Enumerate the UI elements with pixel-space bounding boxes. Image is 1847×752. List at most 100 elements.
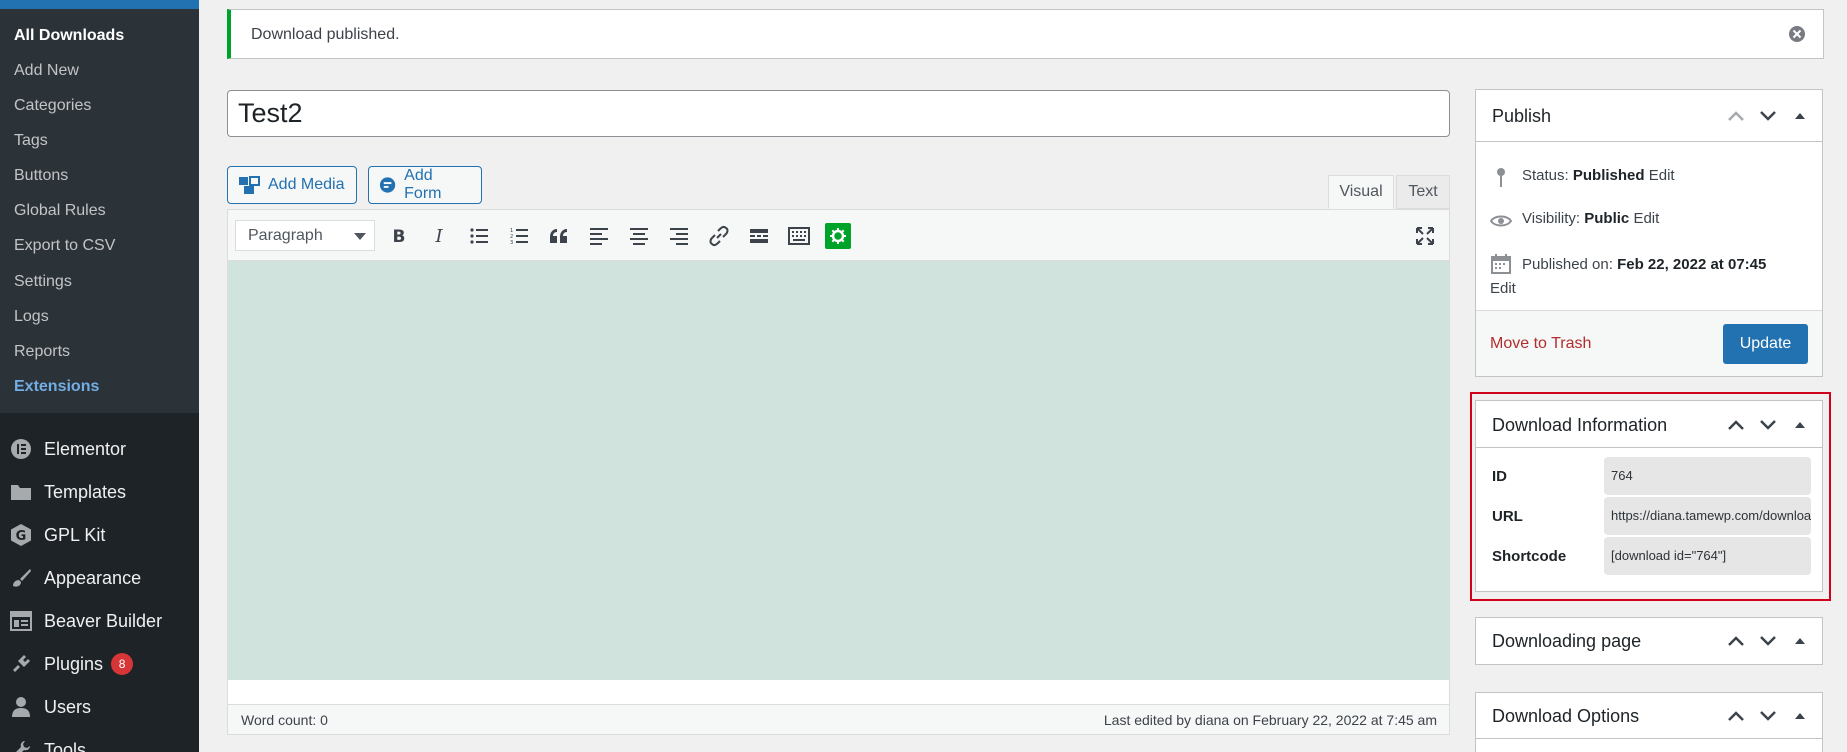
submenu-global-rules[interactable]: Global Rules (14, 201, 106, 221)
submenu-export-csv[interactable]: Export to CSV (14, 236, 115, 256)
user-icon (9, 695, 33, 719)
pin-icon (1490, 167, 1512, 189)
layout-icon (9, 609, 33, 633)
edit-status-link[interactable]: Edit (1649, 167, 1675, 184)
menu-elementor[interactable]: Elementor (0, 429, 199, 469)
blockquote-button[interactable] (545, 222, 573, 250)
align-left-button[interactable] (585, 222, 613, 250)
submenu-categories[interactable]: Categories (14, 96, 91, 116)
wrench-icon (9, 738, 33, 752)
align-right-button[interactable] (665, 222, 693, 250)
submenu-settings[interactable]: Settings (14, 272, 72, 292)
menu-label: Appearance (44, 567, 142, 588)
publish-visibility-row: Visibility: Public Edit (1490, 210, 1659, 232)
menu-templates[interactable]: Templates (0, 472, 199, 512)
numbered-list-icon: 123 (510, 228, 528, 245)
form-icon (379, 177, 396, 193)
active-menu-bar (0, 0, 199, 9)
move-down-icon[interactable] (1756, 631, 1780, 651)
menu-gpl-kit[interactable]: G GPL Kit (0, 515, 199, 555)
bullet-list-button[interactable] (465, 222, 493, 250)
bullet-list-icon (470, 228, 488, 244)
add-media-button[interactable]: Add Media (227, 166, 357, 204)
move-up-icon[interactable] (1724, 706, 1748, 726)
move-up-icon[interactable] (1724, 106, 1748, 126)
menu-label: Templates (44, 481, 127, 502)
highlight-annotation (1470, 392, 1831, 601)
menu-appearance[interactable]: Appearance (0, 558, 199, 598)
edit-visibility-link[interactable]: Edit (1633, 210, 1659, 227)
menu-label: Elementor (44, 438, 127, 459)
downloading-page-header: Downloading page (1476, 618, 1822, 664)
menu-label: GPL Kit (44, 524, 106, 545)
move-to-trash-link[interactable]: Move to Trash (1490, 335, 1591, 353)
publish-box: Publish Status: Published Edit Visibilit… (1475, 89, 1823, 377)
post-title-input[interactable]: Test2 (227, 90, 1450, 137)
publish-actions: Move to Trash Update (1476, 310, 1822, 376)
publish-date-row: Published on: Feb 22, 2022 at 07:45 Edit (1490, 253, 1810, 301)
collapse-toggle-icon[interactable] (1788, 106, 1812, 126)
svg-text:G: G (16, 529, 27, 544)
editor-status-bar: Word count: 0 Last edited by diana on Fe… (228, 704, 1449, 734)
align-right-icon (670, 228, 688, 245)
last-edited: Last edited by diana on February 22, 202… (1103, 712, 1437, 728)
editor-toolbar: Paragraph B I 123 (228, 210, 1449, 261)
link-icon (709, 225, 729, 247)
italic-icon: I (434, 227, 443, 245)
submenu-add-new[interactable]: Add New (14, 61, 79, 81)
align-center-button[interactable] (625, 222, 653, 250)
add-form-button[interactable]: Add Form (368, 166, 482, 204)
downloads-submenu: All Downloads Add New Categories Tags Bu… (0, 9, 199, 413)
format-select[interactable]: Paragraph (235, 220, 375, 251)
downloading-page-box: Downloading page (1475, 617, 1823, 665)
word-count: Word count: 0 (241, 712, 328, 728)
dismiss-icon[interactable] (1787, 24, 1807, 44)
format-select-value: Paragraph (248, 227, 323, 244)
svg-text:I: I (434, 227, 443, 245)
menu-label: Beaver Builder (44, 610, 163, 631)
read-more-icon (750, 229, 768, 243)
download-options-header: Download Options (1476, 693, 1822, 739)
menu-beaver-builder[interactable]: Beaver Builder (0, 601, 199, 641)
keyboard-icon (788, 227, 810, 245)
fullscreen-icon (1416, 227, 1434, 245)
submenu-extensions[interactable]: Extensions (14, 377, 99, 397)
editor-content-area[interactable] (228, 261, 1449, 680)
menu-plugins[interactable]: Plugins 8 (0, 644, 199, 684)
content-editor: Paragraph B I 123 Word count: 0 Last edi… (227, 209, 1450, 735)
collapse-toggle-icon[interactable] (1788, 706, 1812, 726)
publish-box-header: Publish (1476, 90, 1822, 142)
folder-icon (9, 480, 33, 504)
bold-button[interactable]: B (385, 222, 413, 250)
submenu-all-downloads[interactable]: All Downloads (14, 26, 124, 46)
add-form-label: Add Form (404, 167, 442, 202)
submenu-reports[interactable]: Reports (14, 342, 70, 362)
submenu-logs[interactable]: Logs (14, 307, 49, 327)
fullscreen-button[interactable] (1411, 222, 1439, 250)
svg-text:B: B (393, 227, 406, 245)
numbered-list-button[interactable]: 123 (505, 222, 533, 250)
insert-link-button[interactable] (705, 222, 733, 250)
toolbar-toggle-button[interactable] (785, 222, 813, 250)
collapse-toggle-icon[interactable] (1788, 631, 1812, 651)
move-down-icon[interactable] (1756, 106, 1780, 126)
tab-visual[interactable]: Visual (1328, 175, 1394, 209)
svg-text:3: 3 (510, 240, 513, 245)
update-button[interactable]: Update (1723, 324, 1808, 364)
box-controls (1724, 706, 1812, 726)
plugin-shortcode-button[interactable] (825, 223, 851, 249)
add-media-label: Add Media (268, 176, 345, 193)
move-down-icon[interactable] (1756, 706, 1780, 726)
download-options-box: Download Options (1475, 692, 1823, 752)
align-center-icon (630, 228, 648, 245)
move-up-icon[interactable] (1724, 631, 1748, 651)
italic-button[interactable]: I (425, 222, 453, 250)
read-more-button[interactable] (745, 222, 773, 250)
publish-box-title: Publish (1492, 106, 1552, 126)
submenu-tags[interactable]: Tags (14, 131, 48, 151)
submenu-buttons[interactable]: Buttons (14, 166, 68, 186)
menu-users[interactable]: Users (0, 687, 199, 727)
menu-tools[interactable]: Tools (0, 730, 199, 752)
tab-text[interactable]: Text (1396, 175, 1450, 209)
edit-date-link[interactable]: Edit (1490, 277, 1766, 301)
